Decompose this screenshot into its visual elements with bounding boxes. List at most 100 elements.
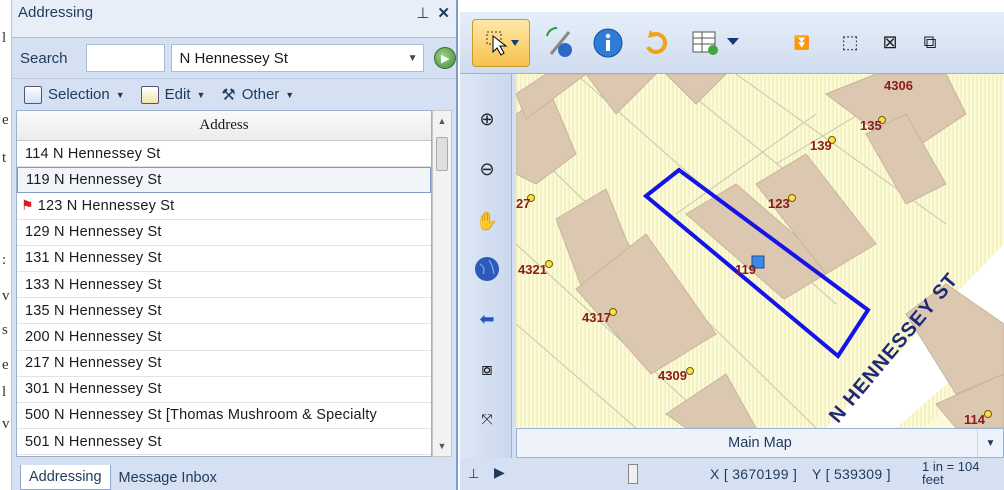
edge-char: t — [2, 150, 7, 166]
parcel-label: 139 — [810, 138, 832, 153]
tab-addressing[interactable]: Addressing — [20, 465, 111, 490]
zoom-in-icon[interactable]: ⊕ — [474, 106, 500, 132]
info-icon — [593, 28, 623, 57]
parcel-label: 4306 — [884, 78, 913, 93]
map-window: ⏬ ⬚ ⊠ ⧉ ⊕ ⊖ ✋ ⬅ ⧇ ⤧ 4306 135 139 27 123 … — [460, 12, 1004, 490]
address-grid: Address 114 N Hennessey St 119 N Henness… — [16, 110, 432, 457]
table-row[interactable]: 501 N Hennessey St — [17, 429, 431, 456]
other-label: Other — [241, 86, 280, 103]
table-row[interactable]: 500 N Hennessey St [Thomas Mushroom & Sp… — [17, 403, 431, 430]
flag-icon: ⚑ — [21, 197, 34, 214]
table-row[interactable]: 133 N Hennessey St — [17, 272, 431, 299]
search-row: Search N Hennessey St ▼ ▶ — [12, 40, 456, 76]
parcel-label: 119 — [735, 262, 756, 277]
identify-wireless-button[interactable] — [542, 25, 578, 61]
table-row[interactable]: 301 N Hennessey St — [17, 377, 431, 403]
map-name: Main Map — [728, 435, 792, 451]
table-row[interactable]: 131 N Hennessey St — [17, 246, 431, 272]
selection-menu-button[interactable]: Selection ▼ — [24, 85, 125, 104]
table-add-icon — [692, 31, 739, 55]
scale-line-2: feet — [922, 472, 944, 487]
edge-char: : — [2, 252, 7, 268]
search-label: Search — [20, 49, 68, 67]
street-select-value: N Hennessey St — [179, 49, 288, 67]
refresh-icon — [646, 29, 668, 54]
scale-slider[interactable] — [628, 464, 638, 484]
search-input[interactable] — [86, 44, 165, 72]
background-window-edge: l e t : v s e l v — [0, 0, 12, 490]
info-button[interactable] — [590, 25, 626, 61]
map-toolbar: ⏬ ⬚ ⊠ ⧉ — [460, 12, 1004, 74]
map-navigation-tools: ⊕ ⊖ ✋ ⬅ ⧇ ⤧ — [460, 74, 512, 458]
panel-title: Addressing — [18, 4, 94, 21]
edge-char: l — [2, 384, 7, 400]
select-arrow-icon — [486, 31, 519, 56]
other-menu-button[interactable]: ⚒ Other ▼ — [221, 85, 294, 105]
parcel-label: 4321 — [518, 262, 547, 277]
addressing-toolbar: Selection ▼ Edit ▼ ⚒ Other ▼ — [12, 78, 456, 110]
parcel-label: 135 — [860, 118, 882, 133]
refresh-button[interactable] — [638, 25, 674, 61]
zoom-to-selection-icon[interactable]: ⧇ — [474, 356, 500, 382]
map-selector[interactable]: Main Map ▼ — [516, 428, 1004, 458]
pin-icon[interactable]: ⊥ — [468, 466, 479, 482]
zoom-selection-icon[interactable]: ⧉ — [916, 29, 944, 57]
tab-message-inbox[interactable]: Message Inbox — [111, 466, 225, 490]
edge-char: l — [2, 30, 7, 46]
parcel-label: 4317 — [582, 310, 611, 325]
parcel-label: 123 — [768, 196, 790, 211]
edge-char: e — [2, 357, 9, 373]
y-coordinate: Y [ 539309 ] — [812, 466, 891, 482]
panel-title-bar: Addressing ⊥ ✕ — [12, 0, 456, 38]
address-column-header[interactable]: Address — [17, 111, 431, 141]
edit-label: Edit — [164, 86, 191, 103]
selection-icon — [24, 85, 42, 104]
edge-char: v — [2, 288, 10, 304]
grid-scrollbar[interactable]: ▲ ▼ — [432, 110, 452, 457]
chevron-down-icon[interactable]: ▼ — [977, 429, 1003, 457]
select-features-button[interactable] — [472, 18, 530, 67]
street-select[interactable]: N Hennessey St ▼ — [170, 44, 425, 72]
table-row[interactable]: 129 N Hennessey St — [17, 220, 431, 246]
zoom-out-icon[interactable]: ⊖ — [474, 156, 500, 182]
panel-tabs: Addressing Message Inbox — [12, 460, 456, 490]
scroll-thumb[interactable] — [436, 137, 448, 171]
edge-char: v — [2, 416, 10, 432]
addressing-panel: Addressing ⊥ ✕ Search N Hennessey St ▼ ▶… — [12, 0, 458, 490]
full-extent-icon[interactable]: ⤧ — [474, 406, 500, 432]
table-row[interactable]: 135 N Hennessey St — [17, 298, 431, 325]
close-icon[interactable]: ✕ — [437, 4, 450, 22]
chevron-down-icon: ▼ — [285, 89, 295, 100]
table-row-selected[interactable]: 119 N Hennessey St — [17, 167, 431, 194]
table-row[interactable]: 114 N Hennessey St — [17, 141, 431, 168]
toolbar-overflow-icon[interactable]: ⏬ — [788, 29, 816, 57]
edit-icon — [140, 85, 159, 104]
table-row[interactable]: ⚑ 123 N Hennessey St — [17, 193, 431, 220]
clear-selection-icon[interactable]: ⊠ — [876, 29, 904, 57]
chevron-down-icon: ▼ — [407, 52, 418, 64]
signal-icon — [546, 26, 572, 57]
parcel-label: 4309 — [658, 368, 687, 383]
map-scale: 1 in = 104 feet — [922, 460, 1002, 486]
back-arrow-icon[interactable]: ⬅ — [474, 306, 500, 332]
scroll-up-icon[interactable]: ▲ — [433, 111, 451, 131]
globe-icon[interactable] — [474, 256, 500, 282]
go-icon[interactable]: ▶ — [434, 47, 456, 69]
play-icon[interactable]: ▶ — [494, 464, 505, 481]
table-row-label: 123 N Hennessey St — [37, 197, 175, 214]
table-tool-button[interactable] — [686, 25, 746, 61]
table-row[interactable]: 217 N Hennessey St — [17, 351, 431, 377]
pan-hand-icon[interactable]: ✋ — [474, 208, 500, 234]
tools-icon: ⚒ — [221, 86, 236, 104]
edit-menu-button[interactable]: Edit ▼ — [140, 85, 205, 104]
scroll-down-icon[interactable]: ▼ — [433, 436, 451, 456]
edge-char: s — [2, 322, 8, 338]
parcel-label: 114 — [964, 412, 986, 427]
main-map-canvas[interactable]: 4306 135 139 27 123 119 4321 4317 4309 1… — [516, 74, 1004, 428]
pin-icon[interactable]: ⊥ — [416, 4, 429, 22]
edge-char: e — [2, 112, 9, 128]
map-drawing: 4306 135 139 27 123 119 4321 4317 4309 1… — [516, 74, 1004, 428]
select-cursor-icon[interactable]: ⬚ — [836, 29, 864, 57]
table-row[interactable]: 200 N Hennessey St — [17, 324, 431, 351]
x-coordinate: X [ 3670199 ] — [710, 466, 798, 482]
